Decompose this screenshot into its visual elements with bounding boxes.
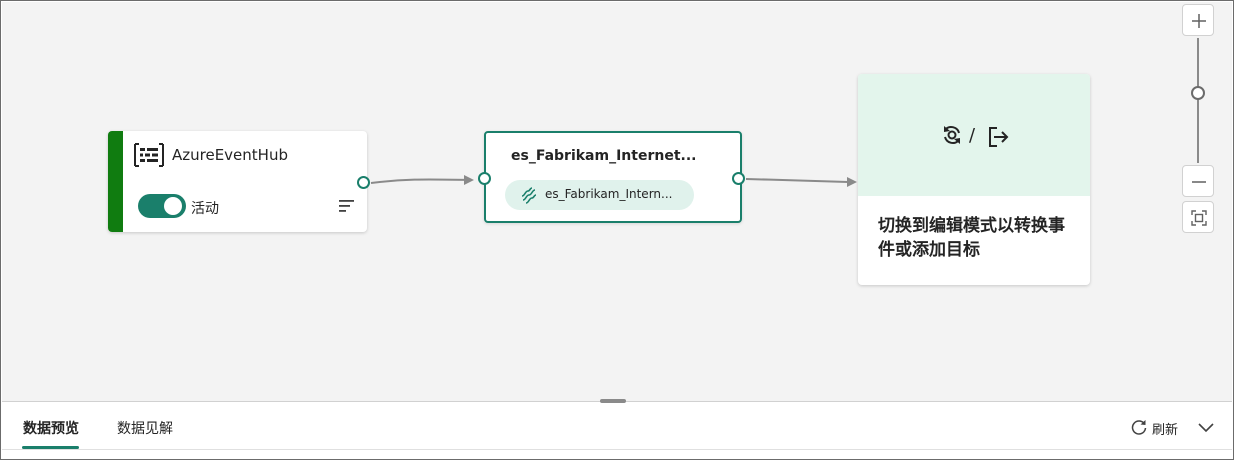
toggle-label: 活动: [191, 201, 219, 217]
tab-divider: [2, 449, 1232, 450]
topology-canvas[interactable]: AzureEventHub 活动 es_Fabrikam_Internet...: [2, 2, 1232, 402]
add-destination-icon: [989, 127, 1009, 147]
stream-chip-label: es_Fabrikam_Intern...: [545, 187, 673, 201]
zoom-in-button[interactable]: [1182, 4, 1214, 36]
arrowhead-stream: [464, 175, 474, 185]
bottom-panel: 数据预览 数据见解 刷新: [2, 403, 1232, 459]
stream-input-port[interactable]: [478, 172, 491, 185]
connector-stream-destination: [745, 178, 849, 183]
zoom-slider-thumb[interactable]: [1191, 86, 1205, 100]
event-hub-icon: [134, 143, 164, 167]
fit-to-screen-button[interactable]: [1182, 201, 1214, 233]
refresh-icon: [1131, 420, 1147, 435]
menu-lines-icon[interactable]: [339, 199, 355, 213]
zoom-out-button[interactable]: [1182, 165, 1214, 197]
zoom-slider-track[interactable]: [1197, 38, 1199, 163]
refresh-label: 刷新: [1152, 423, 1179, 438]
eventstream-icon: [521, 187, 537, 204]
connector-source-stream: [370, 178, 473, 184]
icon-separator: /: [969, 125, 976, 146]
transform-event-icon: [944, 126, 960, 144]
source-output-port[interactable]: [357, 176, 370, 189]
stream-title: es_Fabrikam_Internet...: [511, 148, 697, 164]
eventstream-editor: AzureEventHub 活动 es_Fabrikam_Internet...: [0, 0, 1234, 460]
source-title: AzureEventHub: [172, 146, 288, 164]
tab-data-preview[interactable]: 数据预览: [23, 418, 79, 438]
stream-chip[interactable]: es_Fabrikam_Intern...: [505, 180, 694, 210]
fit-to-screen-icon: [1191, 210, 1207, 226]
stream-output-port[interactable]: [732, 172, 745, 185]
plus-icon: [1192, 14, 1206, 28]
arrowhead-destination: [847, 177, 857, 187]
destination-icons: /: [940, 123, 1012, 151]
minus-icon: [1192, 181, 1206, 183]
source-accent-bar: [108, 131, 123, 232]
tab-data-insights[interactable]: 数据见解: [117, 418, 173, 438]
eventstream-node[interactable]: es_Fabrikam_Internet... es_Fabrikam_Inte…: [484, 131, 742, 223]
source-active-toggle[interactable]: [138, 194, 186, 218]
toggle-knob: [164, 197, 182, 215]
chevron-down-icon[interactable]: [1197, 418, 1215, 436]
destination-message: 切换到编辑模式以转换事件或添加目标: [878, 216, 1065, 260]
destination-placeholder[interactable]: / 切换到编辑模式以转换事件或添加目标: [858, 74, 1090, 285]
source-node[interactable]: AzureEventHub 活动: [108, 131, 367, 232]
destination-header: /: [858, 74, 1090, 196]
